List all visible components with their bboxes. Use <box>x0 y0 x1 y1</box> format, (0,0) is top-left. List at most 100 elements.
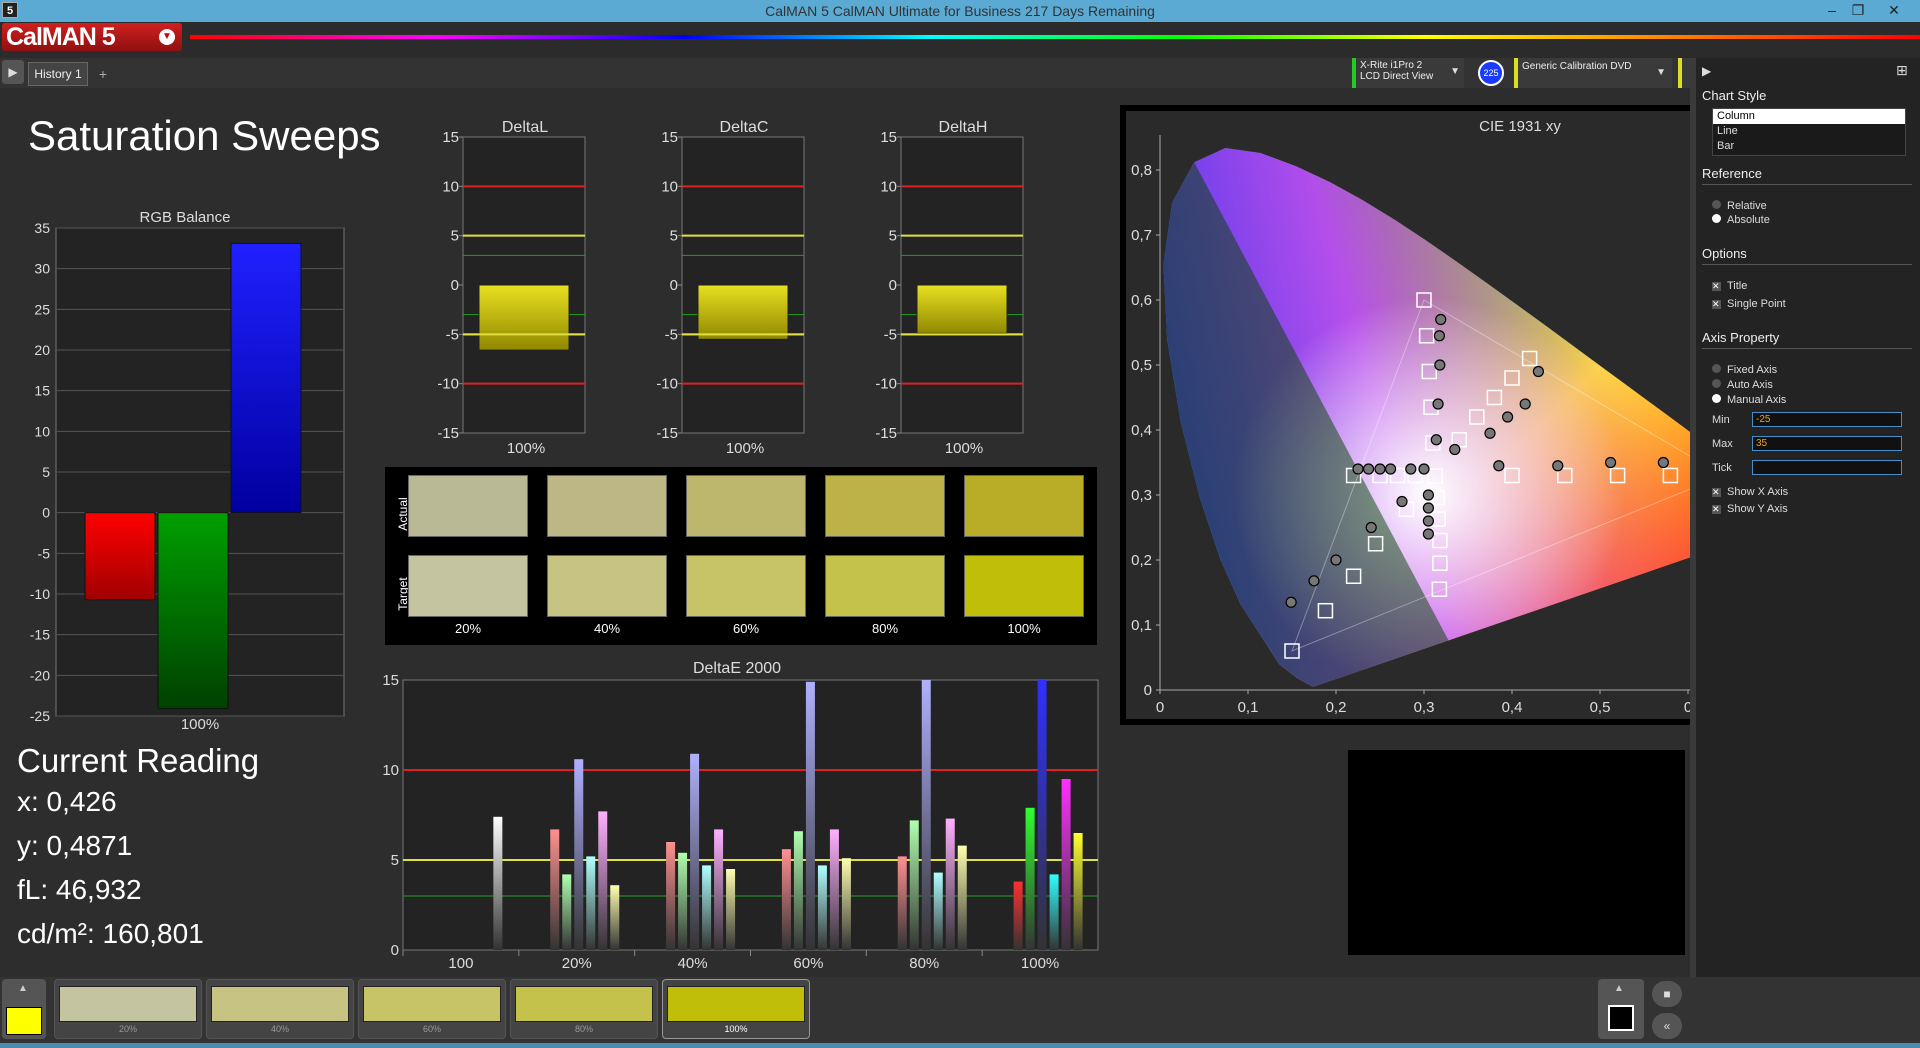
deltae-bar <box>805 681 815 950</box>
up-arrow-icon: ▲ <box>1614 983 1624 994</box>
chart-style-bar[interactable]: Bar <box>1713 139 1905 154</box>
source-dropdown-icon[interactable]: ▼ <box>1656 67 1666 78</box>
deltae-bar <box>550 829 560 950</box>
axis-fixed-radio[interactable]: Fixed Axis <box>1712 362 1777 376</box>
meter-mode: LCD Direct View <box>1360 71 1434 82</box>
reference-relative[interactable]: Relative <box>1712 198 1767 212</box>
axis-auto-radio[interactable]: Auto Axis <box>1712 377 1773 391</box>
cie-measured-point <box>1308 575 1320 587</box>
current-reading-title: Current Reading <box>17 742 260 779</box>
cie-x-tick: 0,4 <box>1502 699 1523 716</box>
bottom-swatch-20%[interactable]: 20% <box>54 979 202 1039</box>
bottom-swatch-40%[interactable]: 40% <box>206 979 354 1039</box>
deltae-bar <box>562 874 572 950</box>
tab-history-1[interactable]: History 1 <box>28 62 88 86</box>
swatch-label: 80% <box>871 621 899 636</box>
minimize-icon[interactable]: – <box>1820 0 1844 22</box>
swatch-label: 40% <box>593 621 621 636</box>
checkbox-checked-icon: ✕ <box>1712 281 1721 291</box>
restore-icon[interactable]: ❐ <box>1846 0 1870 22</box>
cie-x-tick: 0,5 <box>1590 699 1611 716</box>
rgb-tick-label: -5 <box>38 545 51 561</box>
chart-style-column[interactable]: Column <box>1713 109 1905 124</box>
delta-tick-label: 15 <box>661 129 678 146</box>
display-tile[interactable] <box>1678 58 1690 88</box>
rgb-tick-label: -25 <box>30 708 50 724</box>
delta-h-chart: DeltaH 15 10 5 0 -5 -10 -15 100% <box>875 119 1024 455</box>
cie-measured-point <box>1502 411 1514 423</box>
rgb-bar-b <box>230 242 302 514</box>
delta-tick-label: -15 <box>875 425 897 442</box>
reference-absolute[interactable]: Absolute <box>1712 212 1770 226</box>
panel-collapse-icon[interactable]: ▶ <box>1702 64 1711 78</box>
deltae-bar <box>493 816 503 950</box>
title-bar: 5 CalMAN 5 CalMAN Ultimate for Business … <box>0 0 1920 22</box>
option-single-point-checkbox[interactable]: ✕ Single Point <box>1712 296 1786 310</box>
swatch-actual-80% <box>825 475 945 537</box>
meter-dropdown-icon[interactable]: ▼ <box>1450 66 1460 77</box>
panel-pin-icon[interactable]: ⊞ <box>1896 62 1908 79</box>
cie-y-tick: 0,4 <box>1131 422 1152 439</box>
deltae-bar <box>1073 833 1083 950</box>
deltae-bar <box>1037 680 1047 950</box>
rgb-balance-chart: RGB Balance 35 30 25 20 15 10 5 0 -5 -10 -15 -20 -25… <box>30 209 345 733</box>
options-label: Options <box>1702 246 1747 261</box>
show-y-axis-checkbox[interactable]: ✕ Show Y Axis <box>1712 501 1788 515</box>
current-color-button[interactable]: ▲ <box>2 979 46 1039</box>
tick-input[interactable] <box>1752 460 1902 475</box>
show-x-axis-checkbox[interactable]: ✕ Show X Axis <box>1712 484 1788 498</box>
cie-measured-point <box>1484 427 1496 439</box>
deltae-tick-label: 5 <box>391 852 399 869</box>
deltae-group-label: 80% <box>909 955 939 970</box>
chart-style-list[interactable]: Column Line Bar <box>1712 108 1906 156</box>
tab-nav-button[interactable]: ▶ <box>2 60 24 84</box>
cie-measured-point <box>1493 460 1505 472</box>
deltae-bar <box>574 759 584 950</box>
deltae-bar <box>726 869 736 950</box>
axis-property-label: Axis Property <box>1702 330 1780 345</box>
chart-style-line[interactable]: Line <box>1713 124 1905 139</box>
bottom-swatch-label: 20% <box>118 1024 137 1034</box>
swatch-target-60% <box>686 555 806 617</box>
logo-dropdown-icon[interactable]: ▼ <box>159 29 175 45</box>
meter-tile[interactable]: X-Rite i1Pro 2 LCD Direct View ▼ <box>1352 58 1464 88</box>
rgb-tick-label: 5 <box>42 464 50 480</box>
deltae-bar <box>781 849 791 950</box>
bottom-swatch-100%[interactable]: 100% <box>662 979 810 1039</box>
cie-measured-point <box>1422 502 1434 514</box>
rgb-tick-label: 35 <box>34 220 50 236</box>
up-arrow-icon[interactable]: ▲ <box>18 983 28 994</box>
deltae-bar <box>586 856 596 950</box>
swatch-actual-40% <box>547 475 667 537</box>
cie-title: CIE 1931 xy <box>1479 118 1561 135</box>
cie-y-tick: 0,6 <box>1131 292 1152 309</box>
close-icon[interactable]: ✕ <box>1872 0 1916 22</box>
current-color-swatch <box>6 1007 42 1035</box>
stop-button[interactable]: ▲ <box>1598 979 1644 1039</box>
app-logo-button[interactable]: CalMAN 5 ▼ <box>2 23 182 51</box>
deltae-group-label: 100 <box>448 955 473 970</box>
source-tile[interactable]: Generic Calibration DVD ▼ <box>1514 58 1672 88</box>
swatch-label: 20% <box>454 621 482 636</box>
rgb-tick-label: -20 <box>30 667 50 683</box>
delta-bar <box>916 284 1008 334</box>
meter-badge[interactable]: 225 <box>1478 60 1504 86</box>
delta-tick-label: 15 <box>880 129 897 146</box>
record-button[interactable]: ■ <box>1652 981 1682 1007</box>
cie-measured-point <box>1422 528 1434 540</box>
cie-measured-point <box>1435 313 1447 326</box>
cie-y-tick: 0,7 <box>1131 227 1152 244</box>
cie-measured-point <box>1604 456 1617 469</box>
cie-measured-point <box>1657 456 1669 469</box>
app-icon[interactable]: 5 <box>2 2 18 18</box>
axis-manual-radio[interactable]: Manual Axis <box>1712 392 1786 406</box>
max-input[interactable] <box>1752 436 1902 451</box>
bottom-swatch-60%[interactable]: 60% <box>358 979 506 1039</box>
option-title-checkbox[interactable]: ✕ Title <box>1712 278 1747 292</box>
add-tab-button[interactable]: + <box>92 64 114 84</box>
bottom-swatch-80%[interactable]: 80% <box>510 979 658 1039</box>
min-input[interactable] <box>1752 412 1902 427</box>
collapse-button[interactable]: « <box>1652 1013 1682 1039</box>
delta-tick-label: -10 <box>875 376 897 393</box>
radio-icon <box>1712 200 1721 209</box>
